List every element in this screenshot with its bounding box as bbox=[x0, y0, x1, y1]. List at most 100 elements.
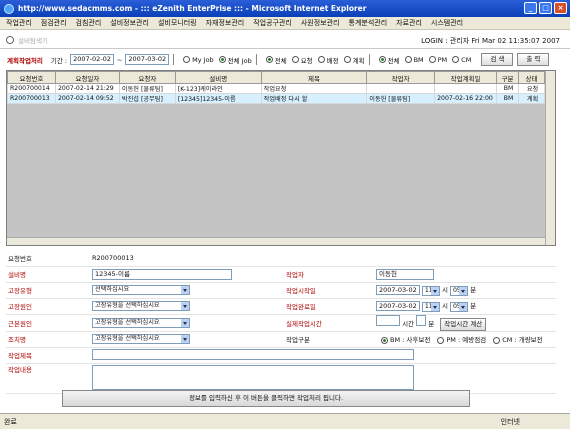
col-header[interactable]: 요청자 bbox=[118, 71, 176, 84]
cell: 작업요청 bbox=[260, 83, 368, 94]
period-from-input[interactable]: 2007-02-02 bbox=[70, 54, 114, 65]
status-all-label: 전체 bbox=[274, 56, 287, 65]
vertical-scrollbar[interactable] bbox=[545, 71, 555, 245]
fault-cause-label: 고장원인 bbox=[6, 298, 90, 315]
min-unit: 분 bbox=[470, 302, 477, 310]
print-button[interactable]: 출 력 bbox=[517, 53, 550, 66]
equip-label: 설비명 bbox=[6, 266, 90, 283]
min-unit: 분 bbox=[470, 286, 477, 294]
status-text: 완료 bbox=[4, 417, 17, 426]
fault-type-select[interactable]: 선택하십시요 bbox=[92, 285, 190, 295]
end-label: 작업완료일 bbox=[284, 298, 374, 315]
work-type-cm-radio[interactable] bbox=[493, 336, 501, 344]
close-button[interactable]: × bbox=[554, 2, 567, 14]
submit-button[interactable]: 정보를 입력하신 후 이 버튼을 클릭하면 작업처리 됩니다. bbox=[62, 390, 470, 407]
type-all-radio[interactable] bbox=[378, 56, 386, 63]
horizontal-scrollbar[interactable] bbox=[7, 237, 545, 245]
menu-item-work[interactable]: 작업관리 bbox=[6, 18, 32, 28]
window-titlebar: http://www.sedacmms.com - ::: eZenith En… bbox=[0, 0, 570, 17]
type-bm-label: BM bbox=[413, 55, 424, 64]
search-icon[interactable] bbox=[6, 35, 14, 44]
col-header[interactable]: 작업계획일 bbox=[434, 71, 498, 84]
work-detail-form: 요청번호 R200700013 설비명 12345-이름 작업자 이동헌 고장유… bbox=[6, 250, 556, 394]
title-label: 작업제목 bbox=[6, 347, 90, 364]
menu-item-meter[interactable]: 검침관리 bbox=[76, 18, 102, 28]
all-job-radio[interactable] bbox=[218, 56, 226, 63]
cell: 2007-02-14 21:29 bbox=[54, 83, 120, 94]
menu-item-employee[interactable]: 사원정보관리 bbox=[301, 18, 340, 28]
my-job-radio[interactable] bbox=[183, 56, 191, 63]
table-row-selected[interactable]: R200700013 2007-02-14 09:52 박진섭 [공무팀] [1… bbox=[7, 93, 545, 104]
req-no-label: 요청번호 bbox=[6, 250, 90, 267]
start-label: 작업시작일 bbox=[284, 282, 374, 299]
end-min-select[interactable]: 05 bbox=[450, 302, 468, 312]
menu-item-stats[interactable]: 통계분석관리 bbox=[349, 18, 388, 28]
work-type-pm-radio[interactable] bbox=[437, 336, 445, 344]
window-title: http://www.sedacmms.com - ::: eZenith En… bbox=[18, 4, 367, 13]
type-pm-label: PM bbox=[437, 55, 448, 64]
cell: [12345]12345-이름 bbox=[174, 93, 262, 104]
action-select[interactable]: 고장유형을 선택하십시요 bbox=[92, 334, 190, 344]
cell bbox=[434, 83, 498, 94]
grid-header: 요청번호 요청일자 요청자 설비명 제목 작업자 작업계획일 구분 상태 bbox=[7, 71, 545, 84]
actual-min-field[interactable] bbox=[416, 314, 427, 326]
cell: 계획 bbox=[518, 93, 545, 104]
end-hour-select[interactable]: 11 bbox=[421, 302, 440, 312]
actual-hour-field[interactable] bbox=[376, 314, 400, 326]
main-menu: 작업관리 점검관리 검침관리 설비정보관리 설비모니터링 자재정보관리 작업공구… bbox=[0, 17, 570, 30]
start-date-field[interactable]: 2007-03-02 bbox=[376, 285, 420, 295]
worker-label: 작업자 bbox=[284, 266, 374, 283]
menu-item-material[interactable]: 자재정보관리 bbox=[206, 18, 245, 28]
start-min-select[interactable]: 05 bbox=[450, 286, 468, 296]
status-request-radio[interactable] bbox=[291, 56, 299, 63]
search-input[interactable]: 설비탐색기 bbox=[18, 35, 48, 45]
minimize-button[interactable]: _ bbox=[524, 2, 537, 14]
cell: BM bbox=[496, 83, 520, 94]
col-header[interactable]: 구분 bbox=[496, 71, 520, 84]
type-cm-radio[interactable] bbox=[452, 56, 460, 63]
col-header[interactable]: 설비명 bbox=[174, 71, 262, 84]
actual-time-label: 실제작업시간 bbox=[284, 314, 374, 332]
col-header[interactable]: 요청일자 bbox=[54, 71, 120, 84]
menu-item-monitoring[interactable]: 설비모니터링 bbox=[158, 18, 197, 28]
worker-field[interactable]: 이동헌 bbox=[376, 268, 434, 280]
table-row[interactable]: R200700014 2007-02-14 21:29 이동헌 [물류팀] [K… bbox=[7, 83, 545, 94]
status-all-radio[interactable] bbox=[265, 56, 273, 63]
cell bbox=[366, 83, 436, 94]
col-header[interactable]: 상태 bbox=[518, 71, 545, 84]
root-cause-label: 근본원인 bbox=[6, 314, 90, 332]
work-type-bm-radio[interactable] bbox=[381, 336, 388, 344]
col-header[interactable]: 요청번호 bbox=[7, 71, 56, 84]
login-status: LOGIN : 관리자 Fri Mar 02 11:35:07 2007 bbox=[421, 37, 560, 45]
menu-item-equipment[interactable]: 설비정보관리 bbox=[110, 18, 149, 28]
status-plan-radio[interactable] bbox=[343, 56, 351, 63]
period-to-input[interactable]: 2007-03-02 bbox=[125, 54, 170, 65]
content-textarea[interactable] bbox=[92, 364, 414, 390]
col-header[interactable]: 제목 bbox=[260, 71, 368, 84]
work-type-bm-label: BM : 사후보전 bbox=[390, 336, 431, 344]
status-assign-radio[interactable] bbox=[317, 56, 325, 63]
maximize-button[interactable]: □ bbox=[539, 2, 552, 14]
divider bbox=[368, 54, 370, 65]
actual-min-unit: 분 bbox=[428, 319, 435, 328]
start-hour-select[interactable]: 11 bbox=[421, 286, 440, 296]
type-bm-radio[interactable] bbox=[404, 56, 412, 63]
internet-zone: 인터넷 bbox=[500, 418, 520, 426]
end-date-field[interactable]: 2007-03-02 bbox=[376, 301, 420, 311]
root-cause-select[interactable]: 고장유형을 선택하십시요 bbox=[92, 317, 190, 328]
calc-time-button[interactable]: 작업시간 계산 bbox=[440, 317, 487, 331]
menu-item-tools[interactable]: 작업공구관리 bbox=[253, 18, 292, 28]
search-button[interactable]: 검 색 bbox=[481, 53, 514, 66]
actual-hour-unit: 시간 bbox=[402, 319, 415, 328]
type-pm-radio[interactable] bbox=[428, 56, 436, 63]
fault-cause-select[interactable]: 고장유형을 선택하십시요 bbox=[92, 301, 190, 311]
equip-field[interactable]: 12345-이름 bbox=[92, 268, 232, 280]
my-job-label: My Job bbox=[192, 55, 214, 64]
menu-item-inspect[interactable]: 점검관리 bbox=[41, 18, 67, 28]
col-header[interactable]: 작업자 bbox=[366, 71, 436, 84]
menu-item-data[interactable]: 자료관리 bbox=[396, 18, 422, 28]
hour-unit: 시 bbox=[441, 286, 448, 294]
divider bbox=[255, 54, 257, 65]
menu-item-system[interactable]: 시스템관리 bbox=[431, 18, 463, 28]
title-field[interactable] bbox=[92, 348, 414, 360]
